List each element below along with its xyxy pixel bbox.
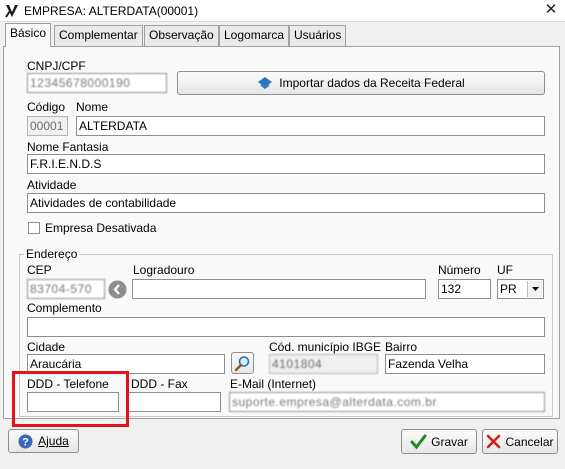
uf-label: UF: [497, 263, 513, 277]
ibge-label: Cód. município IBGE: [269, 340, 382, 354]
cnpj-label: CNPJ/CPF: [27, 59, 86, 73]
bairro-field[interactable]: Fazenda Velha: [385, 354, 545, 374]
cnpj-field[interactable]: 12345678000190: [27, 73, 167, 93]
cep-field[interactable]: 83704-570: [27, 279, 105, 299]
chevron-down-icon: [532, 287, 539, 291]
nome-label: Nome: [76, 100, 109, 114]
email-label: E-Mail (Internet): [230, 377, 317, 391]
numero-field[interactable]: 132: [438, 279, 491, 299]
fantasia-field[interactable]: F.R.I.E.N.D.S: [27, 154, 545, 174]
window-title: EMPRESA: ALTERDATA(00001): [24, 4, 199, 18]
importar-receita-button[interactable]: Importar dados da Receita Federal: [177, 71, 545, 95]
email-field[interactable]: suporte.empresa@alterdata.com.br: [229, 392, 545, 412]
cidade-label: Cidade: [27, 340, 66, 354]
tab-complementar[interactable]: Complementar: [54, 25, 143, 46]
tab-observacao[interactable]: Observação: [144, 25, 219, 46]
svg-text:?: ?: [22, 436, 29, 448]
ddd-fax-field[interactable]: [127, 392, 221, 412]
atividade-field[interactable]: Atividades de contabilidade: [27, 193, 545, 213]
ajuda-label: Ajuda: [38, 434, 69, 448]
desativada-checkbox[interactable]: [28, 222, 40, 234]
cidade-search-button[interactable]: [231, 352, 254, 374]
tab-basico[interactable]: Básico: [5, 23, 52, 47]
uf-dropdown-button[interactable]: [527, 281, 542, 297]
nome-field[interactable]: ALTERDATA: [76, 116, 545, 136]
magnifier-icon: [234, 355, 250, 371]
desativada-label: Empresa Desativada: [45, 221, 157, 235]
tab-usuarios[interactable]: Usuários: [289, 25, 347, 46]
numero-label: Número: [438, 263, 481, 277]
codigo-field: 00001: [27, 116, 68, 136]
importar-label: Importar dados da Receita Federal: [279, 76, 465, 90]
endereco-group-label: Endereço: [24, 247, 80, 261]
app-logo-icon: [5, 5, 18, 18]
tab-logomarca[interactable]: Logomarca: [219, 25, 290, 46]
gravar-button[interactable]: Gravar: [401, 429, 477, 454]
cancelar-label: Cancelar: [505, 434, 554, 449]
bairro-label: Bairro: [385, 340, 418, 354]
cancel-x-icon: [487, 434, 501, 449]
gravar-label: Gravar: [431, 434, 468, 449]
uf-value: PR: [500, 282, 517, 296]
cep-label: CEP: [27, 263, 52, 277]
receita-federal-icon: [258, 77, 273, 89]
atividade-label: Atividade: [27, 178, 77, 192]
logradouro-field[interactable]: [132, 279, 426, 299]
ibge-field: 4101804: [269, 354, 378, 374]
ddd-fax-label: DDD - Fax: [131, 377, 188, 391]
highlight-box: [12, 371, 129, 427]
cancelar-button[interactable]: Cancelar: [482, 429, 558, 454]
complemento-field[interactable]: [27, 317, 545, 337]
logradouro-label: Logradouro: [133, 263, 195, 277]
close-icon[interactable]: ✕: [541, 1, 561, 19]
complemento-label: Complemento: [27, 301, 102, 315]
help-icon: ?: [18, 434, 33, 448]
cep-search-icon[interactable]: [108, 280, 127, 299]
codigo-label: Código: [27, 100, 66, 114]
fantasia-label: Nome Fantasia: [27, 140, 109, 154]
ajuda-button[interactable]: ? Ajuda: [8, 429, 79, 453]
check-icon: [410, 434, 427, 449]
